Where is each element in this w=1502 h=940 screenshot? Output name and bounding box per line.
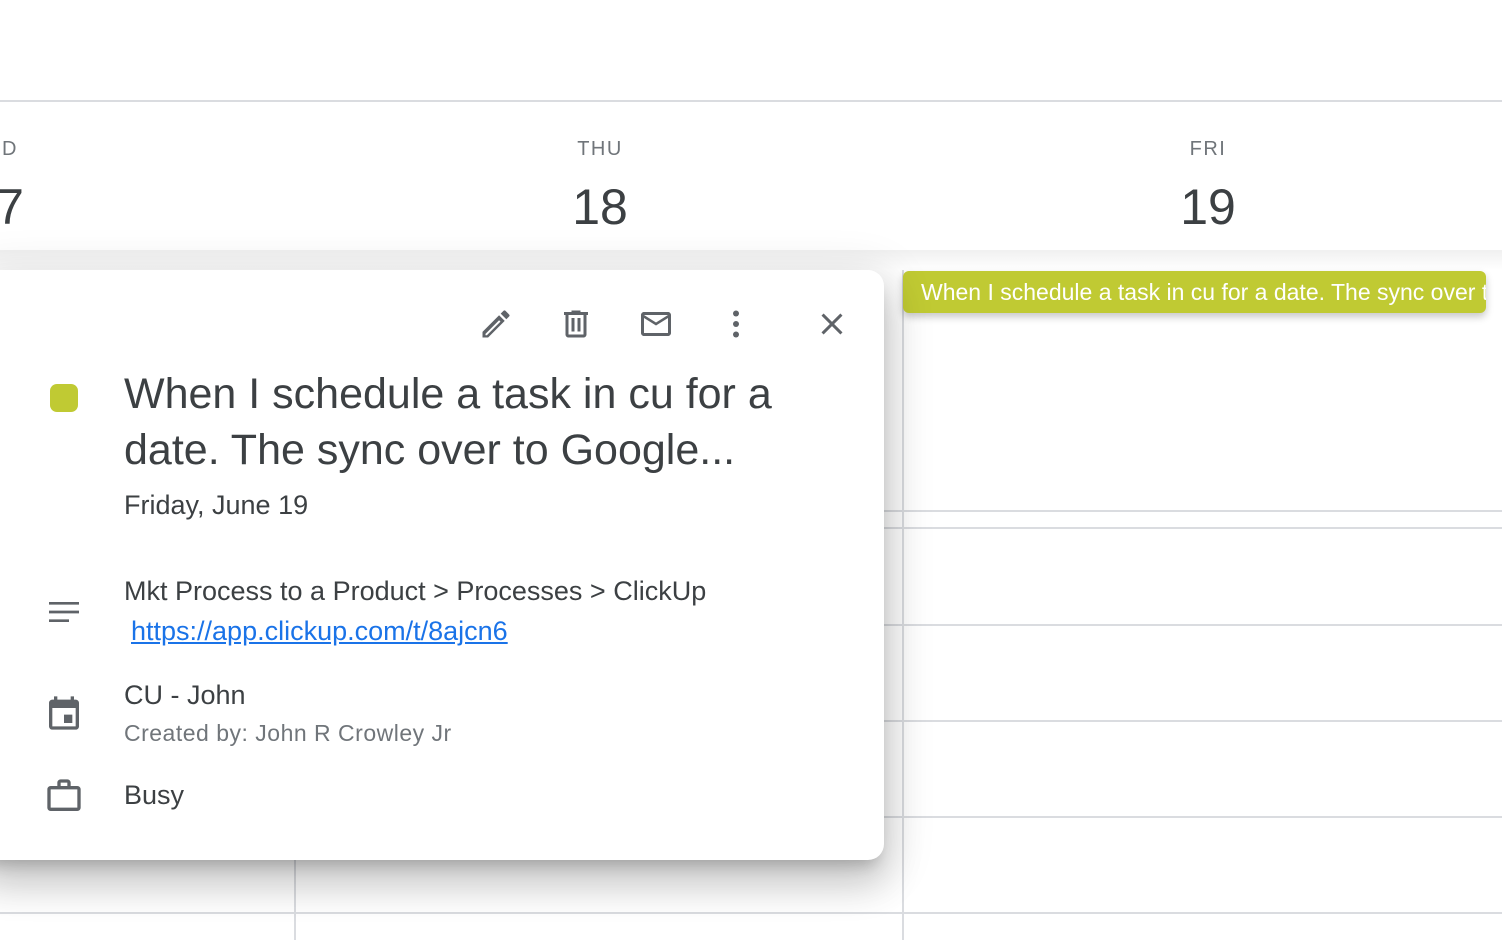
more-vert-icon bbox=[733, 310, 739, 338]
day-of-week: FRI bbox=[1189, 138, 1227, 160]
grid-column-divider bbox=[294, 860, 296, 940]
event-creator: Created by: John R Crowley Jr bbox=[124, 720, 452, 746]
grid-row-divider bbox=[884, 624, 1502, 626]
briefcase-icon bbox=[44, 776, 84, 816]
day-number[interactable]: 18 bbox=[470, 178, 730, 236]
close-icon bbox=[821, 313, 843, 335]
close-button[interactable] bbox=[808, 300, 856, 348]
delete-button[interactable] bbox=[552, 300, 600, 348]
day-of-week: D bbox=[2, 138, 18, 160]
event-date: Friday, June 19 bbox=[124, 490, 309, 520]
day-header-wed[interactable]: D 7 bbox=[0, 102, 140, 270]
top-bar bbox=[0, 0, 1502, 100]
grid-row-divider bbox=[884, 816, 1502, 818]
grid-column-divider bbox=[902, 270, 904, 940]
event-details-popup: When I schedule a task in cu for a date.… bbox=[0, 270, 884, 860]
description-icon bbox=[44, 592, 84, 632]
more-options-button[interactable] bbox=[712, 300, 760, 348]
event-color-swatch bbox=[50, 384, 78, 412]
grid-row-divider bbox=[884, 527, 1502, 529]
grid-row-divider bbox=[0, 912, 1502, 914]
delete-icon bbox=[564, 310, 588, 338]
calendar-page: D 7 THU 18 FRI 19 When I schedule a task… bbox=[0, 0, 1502, 940]
event-title: When I schedule a task in cu for a date.… bbox=[124, 370, 772, 474]
header-shadow bbox=[0, 250, 1502, 270]
grid-row-divider bbox=[884, 720, 1502, 722]
day-number[interactable]: 19 bbox=[1078, 178, 1338, 236]
event-description: Mkt Process to a Product > Processes > C… bbox=[124, 576, 707, 606]
calendar-icon bbox=[44, 693, 84, 733]
calendar-name: CU - John bbox=[124, 680, 246, 710]
clickup-task-link[interactable]: https://app.clickup.com/t/8ajcn6 bbox=[131, 616, 508, 647]
day-header-fri[interactable]: FRI 19 bbox=[1078, 102, 1338, 270]
email-icon bbox=[641, 312, 671, 336]
edit-button[interactable] bbox=[472, 300, 520, 348]
event-chip[interactable]: When I schedule a task in cu for a date.… bbox=[903, 271, 1486, 313]
availability-status: Busy bbox=[124, 780, 185, 810]
grid-row-divider bbox=[884, 510, 1502, 512]
email-guests-button[interactable] bbox=[632, 300, 680, 348]
day-number[interactable]: 7 bbox=[0, 178, 140, 236]
edit-icon bbox=[482, 310, 510, 338]
day-of-week: THU bbox=[577, 138, 623, 160]
day-header-thu[interactable]: THU 18 bbox=[470, 102, 730, 270]
